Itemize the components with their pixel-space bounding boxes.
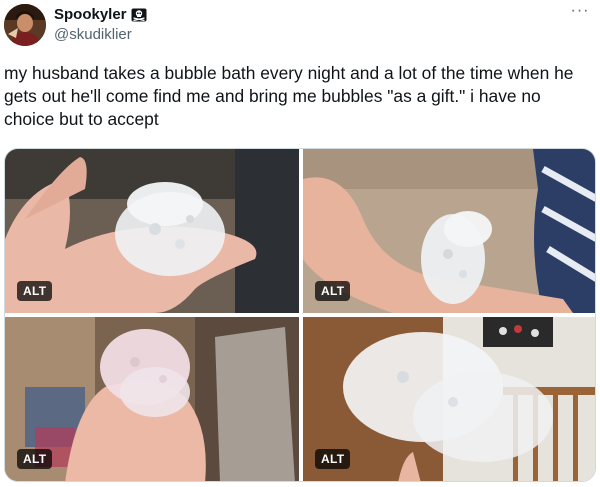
author-name-row: Spookyler	[54, 6, 147, 23]
user-handle[interactable]: @skudiklier	[54, 26, 132, 43]
more-options-icon[interactable]: ···	[568, 2, 592, 22]
skull-crossbones-icon	[131, 8, 147, 22]
photo-2[interactable]: ALT	[303, 149, 595, 313]
tweet-text: my husband takes a bubble bath every nig…	[4, 63, 574, 129]
alt-badge[interactable]: ALT	[17, 449, 53, 469]
alt-badge[interactable]: ALT	[315, 281, 351, 301]
alt-badge[interactable]: ALT	[315, 449, 351, 469]
photo-1[interactable]: ALT	[5, 149, 299, 313]
avatar-image	[4, 4, 46, 46]
media-grid: ALT ALT ALT ALT	[4, 148, 596, 482]
avatar[interactable]	[4, 4, 46, 46]
alt-badge[interactable]: ALT	[17, 281, 53, 301]
photo-3[interactable]: ALT	[5, 317, 299, 481]
photo-4[interactable]: ALT	[303, 317, 595, 481]
display-name[interactable]: Spookyler	[54, 6, 127, 23]
